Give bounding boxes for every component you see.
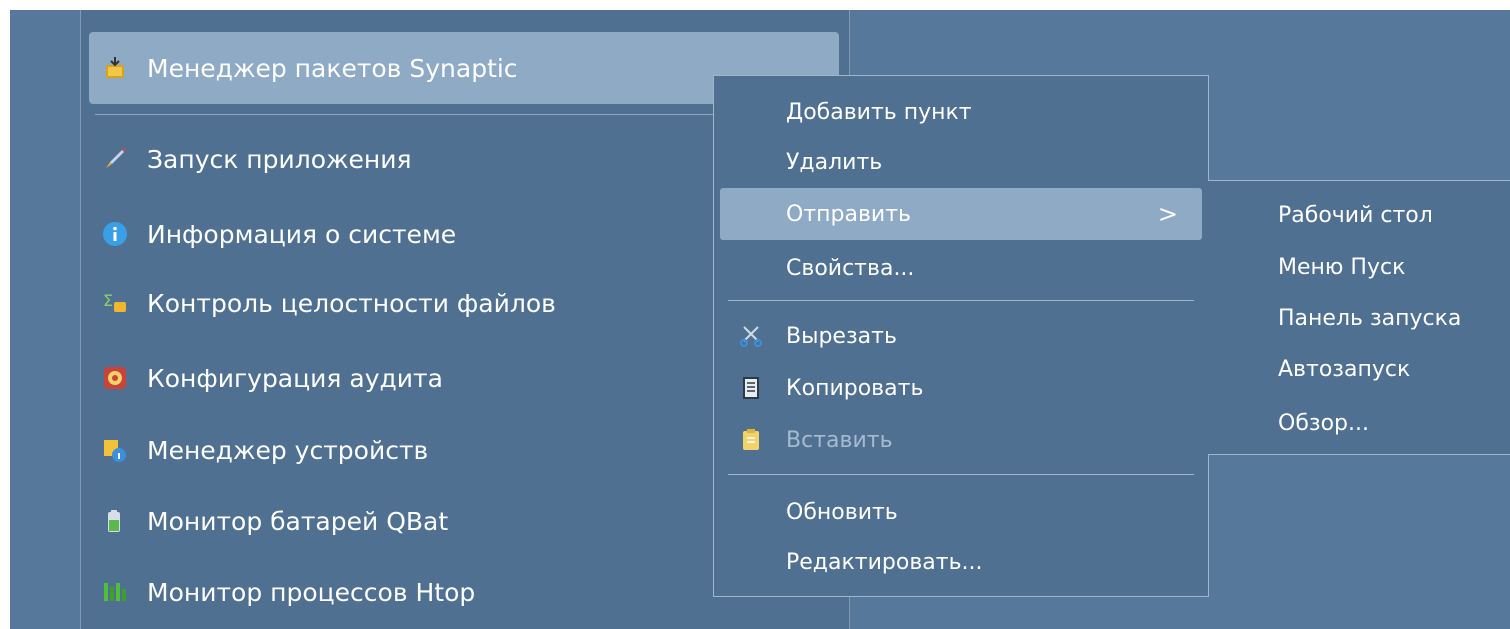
copy-icon <box>738 375 764 401</box>
menu-item-label: Менеджер устройств <box>147 435 429 465</box>
menu-item-label: Монитор процессов Htop <box>147 577 476 607</box>
context-cut[interactable]: Вырезать <box>720 310 1202 362</box>
screen-left-edge <box>0 0 10 629</box>
scissors-icon <box>738 323 764 349</box>
menu-item-label: Менеджер пакетов Synaptic <box>147 53 518 83</box>
submenu-item-label: Меню Пуск <box>1278 254 1406 280</box>
context-edit[interactable]: Редактировать... <box>720 536 1202 588</box>
context-item-label: Отправить <box>786 201 912 227</box>
menu-item-label: Конфигурация аудита <box>147 363 443 393</box>
package-manager-icon <box>101 54 129 82</box>
context-item-label: Вставить <box>786 427 893 453</box>
context-item-label: Копировать <box>786 375 924 401</box>
screen-top-edge <box>0 0 1510 10</box>
svg-text:Σ: Σ <box>103 291 113 310</box>
context-item-label: Удалить <box>786 149 883 175</box>
context-menu: Добавить пункт Удалить Отправить > Свойс… <box>713 75 1209 597</box>
context-item-label: Свойства... <box>786 255 915 281</box>
rocket-icon <box>101 145 129 173</box>
submenu-item-label: Панель запуска <box>1278 305 1462 331</box>
integrity-check-icon: Σ <box>101 289 129 317</box>
context-copy[interactable]: Копировать <box>720 362 1202 414</box>
context-send[interactable]: Отправить > <box>720 188 1202 240</box>
submenu-item-label: Рабочий стол <box>1278 202 1433 228</box>
send-to-submenu: Рабочий стол Меню Пуск Панель запуска Ав… <box>1208 180 1510 455</box>
clipboard-icon <box>738 427 764 453</box>
submenu-item-launch-panel[interactable]: Панель запуска <box>1278 293 1461 343</box>
context-item-label: Вырезать <box>786 323 897 349</box>
menu-item-label: Контроль целостности файлов <box>147 288 556 318</box>
submenu-item-label: Автозапуск <box>1278 356 1411 382</box>
device-manager-icon <box>101 436 129 464</box>
menu-item-label: Запуск приложения <box>147 144 412 174</box>
context-item-label: Обновить <box>786 499 898 525</box>
battery-icon <box>101 507 129 535</box>
submenu-item-start-menu[interactable]: Меню Пуск <box>1278 242 1405 292</box>
submenu-item-autostart[interactable]: Автозапуск <box>1278 344 1410 394</box>
context-separator <box>728 300 1194 301</box>
context-item-label: Добавить пункт <box>786 99 972 125</box>
context-separator <box>728 474 1194 475</box>
menu-item-label: Монитор батарей QBat <box>147 506 449 536</box>
chevron-right-icon: > <box>1157 200 1178 228</box>
info-icon <box>101 220 129 248</box>
context-properties[interactable]: Свойства... <box>720 242 1202 294</box>
audit-config-icon <box>101 364 129 392</box>
context-refresh[interactable]: Обновить <box>720 486 1202 538</box>
submenu-item-desktop[interactable]: Рабочий стол <box>1278 190 1433 240</box>
context-paste[interactable]: Вставить <box>720 414 1202 466</box>
context-delete[interactable]: Удалить <box>720 136 1202 188</box>
menu-item-label: Информация о системе <box>147 219 457 249</box>
htop-icon <box>101 578 129 606</box>
submenu-item-browse[interactable]: Обзор... <box>1278 398 1369 448</box>
context-item-label: Редактировать... <box>786 549 983 575</box>
context-add-item[interactable]: Добавить пункт <box>720 86 1202 138</box>
submenu-item-label: Обзор... <box>1278 410 1369 436</box>
